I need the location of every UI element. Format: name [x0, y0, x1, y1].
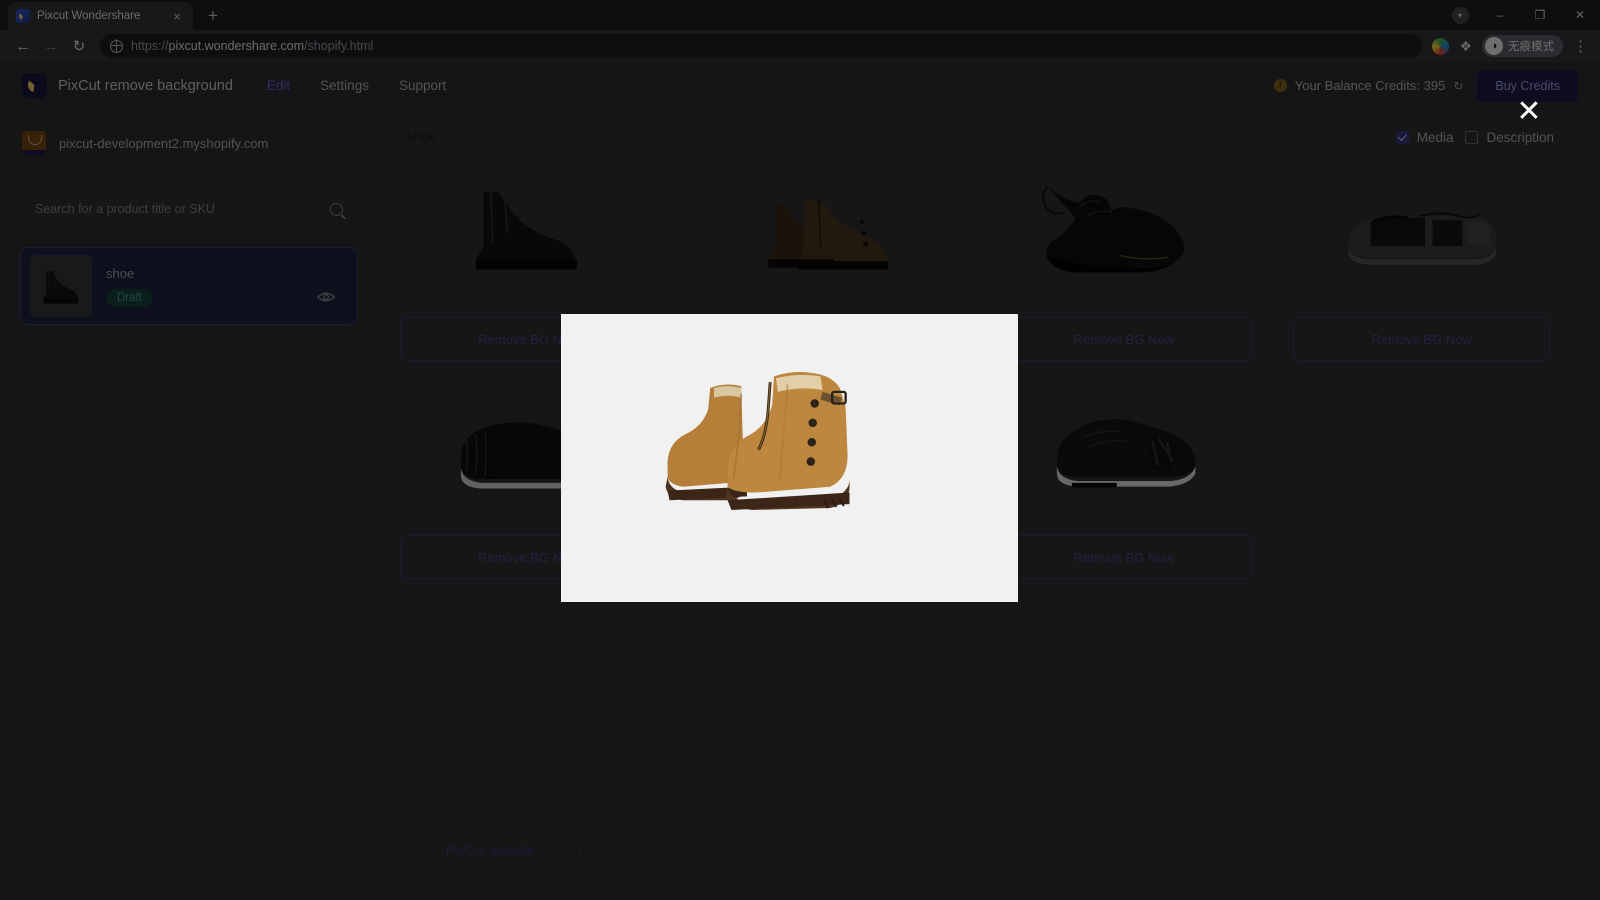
media-thumb-brown-ankle-boots[interactable] — [698, 163, 955, 300]
product-thumbnail — [30, 255, 92, 317]
media-thumb-black-ankle-boot[interactable] — [400, 163, 657, 300]
reload-icon[interactable]: ↻ — [66, 33, 92, 59]
browser-window: Pixcut Wondershare × + ▾ – ❐ ✕ ← → ↻ htt… — [0, 0, 1600, 900]
nav-item-support[interactable]: Support — [399, 78, 446, 93]
url-path: /shopify.html — [304, 39, 373, 53]
page-title: shoe — [406, 129, 437, 145]
footer-suffix: to bulk remove image background. — [535, 843, 746, 858]
media-checkbox[interactable] — [1396, 131, 1409, 144]
search-icon[interactable] — [330, 203, 343, 216]
forward-icon[interactable]: → — [38, 33, 64, 59]
globe-icon — [110, 40, 123, 53]
footer-prefix: Use — [418, 843, 446, 858]
browser-toolbar: ← → ↻ https://pixcut.wondershare.com/sho… — [0, 30, 1600, 62]
modal-close-icon[interactable]: ✕ — [1512, 95, 1546, 129]
pixcut-logo-icon — [22, 73, 47, 98]
tab-close-icon[interactable]: × — [169, 8, 185, 24]
brand-name: PixCut remove background — [58, 78, 233, 94]
sidebar: pixcut-development2.myshopify.com — [20, 117, 358, 888]
media-cell: Remove BG Now — [996, 163, 1253, 361]
main-top-bar: shoe Media Description — [378, 117, 1590, 145]
media-cell: Remove BG Now — [996, 381, 1253, 579]
info-coin-icon: ! — [1274, 79, 1287, 92]
remove-bg-button[interactable]: Remove BG Now — [996, 535, 1253, 579]
shopify-bag-icon — [22, 131, 46, 155]
remove-bg-button[interactable]: Remove BG Now — [1293, 317, 1550, 361]
sidebar-product-item-shoe[interactable]: shoe Draft — [20, 247, 358, 325]
window-controls: ▾ – ❐ ✕ — [1440, 0, 1600, 30]
tab-strip: Pixcut Wondershare × + ▾ – ❐ ✕ — [0, 0, 1600, 30]
refresh-credits-icon[interactable]: ↻ — [1453, 79, 1463, 93]
nav-item-edit[interactable]: Edit — [267, 78, 290, 93]
incognito-badge[interactable]: ◑ 无痕模式 — [1482, 35, 1563, 57]
maximize-button[interactable]: ❐ — [1520, 0, 1560, 30]
search-input[interactable] — [35, 202, 330, 216]
media-thumb-black-running-sneaker[interactable] — [996, 163, 1253, 300]
app-header: PixCut remove background Edit Settings S… — [0, 62, 1600, 109]
incognito-label: 无痕模式 — [1508, 38, 1554, 54]
url-host: pixcut.wondershare.com — [169, 39, 304, 53]
product-meta: shoe Draft — [106, 266, 153, 307]
media-thumb-white-black-low-top-sneaker[interactable] — [1293, 163, 1550, 300]
credits-display: ! Your Balance Credits: 395 ↻ — [1274, 78, 1464, 93]
minimize-button[interactable]: – — [1480, 0, 1520, 30]
address-bar-url: https://pixcut.wondershare.com/shopify.h… — [131, 39, 373, 53]
preview-image-tan-ankle-boots — [625, 355, 954, 568]
window-close-button[interactable]: ✕ — [1560, 0, 1600, 30]
footer-note: Use PixCut website to bulk remove image … — [378, 843, 1590, 888]
chevron-down-icon: ▾ — [1452, 7, 1469, 24]
status-badge: Draft — [106, 289, 153, 307]
browser-tab[interactable]: Pixcut Wondershare × — [8, 2, 193, 30]
favicon-icon — [16, 9, 30, 23]
new-tab-button[interactable]: + — [199, 2, 227, 30]
puzzle-icon[interactable]: ❖ — [1459, 38, 1472, 55]
nav-item-settings[interactable]: Settings — [320, 78, 369, 93]
toggle-media[interactable]: Media — [1396, 130, 1454, 145]
tab-title: Pixcut Wondershare — [37, 10, 162, 22]
description-label: Description — [1486, 130, 1554, 145]
back-icon[interactable]: ← — [10, 33, 36, 59]
view-toggles: Media Description — [1396, 130, 1554, 145]
media-thumb-new-balance-sneaker[interactable] — [996, 381, 1253, 518]
app-nav: Edit Settings Support — [267, 78, 446, 93]
image-preview-modal[interactable] — [561, 314, 1018, 602]
media-cell: Remove BG Now — [1293, 163, 1550, 361]
remove-bg-button[interactable]: Remove BG Now — [996, 317, 1253, 361]
browser-menu-icon[interactable]: ⋮ — [1573, 42, 1588, 51]
media-label: Media — [1417, 130, 1454, 145]
search-box[interactable] — [20, 189, 358, 229]
preview-eye-icon[interactable] — [317, 290, 335, 308]
incognito-avatar-icon: ◑ — [1485, 37, 1503, 55]
product-title: shoe — [106, 266, 153, 281]
toolbar-icons: ❖ ◑ 无痕模式 ⋮ — [1432, 35, 1590, 57]
description-checkbox[interactable] — [1465, 131, 1478, 144]
address-bar[interactable]: https://pixcut.wondershare.com/shopify.h… — [100, 34, 1422, 58]
toggle-description[interactable]: Description — [1465, 130, 1554, 145]
store-row: pixcut-development2.myshopify.com — [20, 117, 358, 155]
store-name: pixcut-development2.myshopify.com — [59, 136, 268, 151]
brand: PixCut remove background — [22, 73, 233, 98]
pixcut-website-link[interactable]: PixCut website — [446, 843, 535, 858]
tab-search-button[interactable]: ▾ — [1440, 0, 1480, 30]
url-prefix: https:// — [131, 39, 169, 53]
extension-color-icon[interactable] — [1432, 38, 1449, 55]
credits-text: Your Balance Credits: 395 — [1295, 78, 1446, 93]
